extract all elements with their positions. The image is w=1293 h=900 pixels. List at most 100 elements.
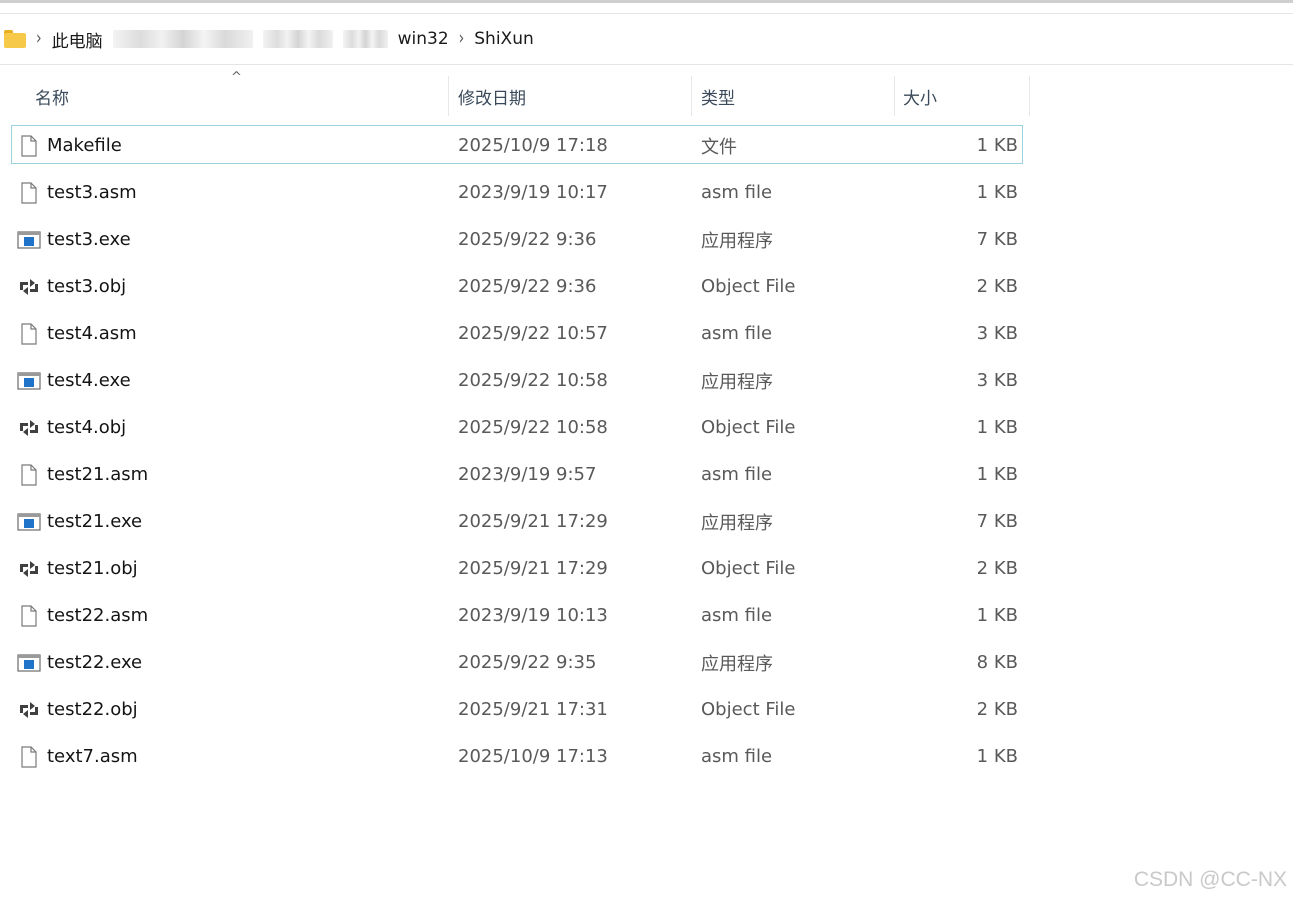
column-header-type[interactable]: 类型 bbox=[701, 76, 735, 116]
redacted-path-segment bbox=[342, 30, 388, 48]
file-date: 2025/9/22 10:58 bbox=[458, 417, 608, 438]
file-type: 应用程序 bbox=[701, 371, 773, 393]
file-name: Makefile bbox=[47, 135, 122, 156]
file-icon bbox=[17, 181, 41, 205]
folder-icon bbox=[4, 30, 26, 48]
exe-icon bbox=[17, 369, 41, 393]
obj-icon bbox=[17, 557, 41, 581]
file-size: 1 KB bbox=[976, 182, 1018, 203]
file-name: test3.exe bbox=[47, 229, 131, 250]
file-size: 2 KB bbox=[976, 699, 1018, 720]
file-size: 2 KB bbox=[976, 558, 1018, 579]
file-size: 1 KB bbox=[976, 135, 1018, 156]
obj-icon bbox=[17, 698, 41, 722]
file-size: 2 KB bbox=[976, 276, 1018, 297]
file-name: test4.exe bbox=[47, 370, 131, 391]
file-date: 2025/9/21 17:29 bbox=[458, 558, 608, 579]
file-type: asm file bbox=[701, 323, 773, 344]
file-type: asm file bbox=[701, 182, 773, 203]
file-date: 2023/9/19 10:17 bbox=[458, 182, 608, 203]
file-row-test4.asm[interactable]: test4.asm 2025/9/22 10:57 asm file 3 KB bbox=[0, 311, 1030, 358]
file-date: 2023/9/19 10:13 bbox=[458, 605, 608, 626]
file-size: 7 KB bbox=[976, 229, 1018, 250]
file-type: asm file bbox=[701, 464, 773, 485]
exe-icon bbox=[17, 651, 41, 675]
file-row-test3.exe[interactable]: test3.exe 2025/9/22 9:36 应用程序 7 KB bbox=[0, 217, 1030, 264]
file-name: test3.asm bbox=[47, 182, 137, 203]
address-bar[interactable]: › 此电脑 win32 › ShiXun bbox=[0, 14, 1293, 65]
breadcrumb-item-this-pc[interactable]: 此电脑 bbox=[52, 27, 103, 52]
file-size: 1 KB bbox=[976, 464, 1018, 485]
file-row-test3.asm[interactable]: test3.asm 2023/9/19 10:17 asm file 1 KB bbox=[0, 170, 1030, 217]
breadcrumb: › 此电脑 win32 › ShiXun bbox=[4, 26, 544, 52]
file-name: test3.obj bbox=[47, 276, 127, 297]
file-size: 1 KB bbox=[976, 417, 1018, 438]
column-header-size[interactable]: 大小 bbox=[903, 76, 937, 116]
column-header: 名称 ^ 修改日期 类型 大小 bbox=[0, 70, 1030, 116]
file-row-test22.obj[interactable]: test22.obj 2025/9/21 17:31 Object File 2… bbox=[0, 687, 1030, 734]
column-divider[interactable] bbox=[691, 76, 692, 116]
file-icon bbox=[17, 322, 41, 346]
chevron-right-icon[interactable]: › bbox=[36, 29, 42, 50]
file-type: 应用程序 bbox=[701, 230, 773, 252]
file-name: test21.exe bbox=[47, 511, 143, 532]
file-date: 2025/9/21 17:29 bbox=[458, 511, 608, 532]
file-date: 2025/10/9 17:18 bbox=[458, 135, 608, 156]
file-name: test22.obj bbox=[47, 699, 138, 720]
column-divider[interactable] bbox=[448, 76, 449, 116]
file-row-test21.exe[interactable]: test21.exe 2025/9/21 17:29 应用程序 7 KB bbox=[0, 499, 1030, 546]
file-name: test4.obj bbox=[47, 417, 127, 438]
file-size: 8 KB bbox=[976, 652, 1018, 673]
file-date: 2023/9/19 9:57 bbox=[458, 464, 597, 485]
obj-icon bbox=[17, 416, 41, 440]
file-icon bbox=[17, 604, 41, 628]
file-size: 1 KB bbox=[976, 605, 1018, 626]
chevron-right-icon[interactable]: › bbox=[459, 29, 465, 50]
window-top-border bbox=[0, 0, 1293, 3]
exe-icon bbox=[17, 228, 41, 252]
file-name: test4.asm bbox=[47, 323, 137, 344]
redacted-path-segment bbox=[262, 30, 333, 48]
file-type: Object File bbox=[701, 417, 796, 438]
file-row-test4.exe[interactable]: test4.exe 2025/9/22 10:58 应用程序 3 KB bbox=[0, 358, 1030, 405]
obj-icon bbox=[17, 275, 41, 299]
file-row-Makefile[interactable]: Makefile 2025/10/9 17:18 文件 1 KB bbox=[0, 123, 1030, 170]
file-date: 2025/9/22 10:57 bbox=[458, 323, 608, 344]
file-row-test22.exe[interactable]: test22.exe 2025/9/22 9:35 应用程序 8 KB bbox=[0, 640, 1030, 687]
redacted-path-segment bbox=[112, 30, 253, 48]
file-type: Object File bbox=[701, 276, 796, 297]
file-date: 2025/9/22 9:36 bbox=[458, 229, 597, 250]
file-row-test3.obj[interactable]: test3.obj 2025/9/22 9:36 Object File 2 K… bbox=[0, 264, 1030, 311]
column-header-date[interactable]: 修改日期 bbox=[458, 76, 526, 116]
column-divider[interactable] bbox=[894, 76, 895, 116]
file-type: Object File bbox=[701, 699, 796, 720]
breadcrumb-item-shixun[interactable]: ShiXun bbox=[474, 29, 533, 49]
file-row-text7.asm[interactable]: text7.asm 2025/10/9 17:13 asm file 1 KB bbox=[0, 734, 1030, 781]
file-icon bbox=[17, 134, 41, 158]
file-size: 3 KB bbox=[976, 370, 1018, 391]
file-date: 2025/9/21 17:31 bbox=[458, 699, 608, 720]
file-type: 应用程序 bbox=[701, 512, 773, 534]
file-date: 2025/9/22 10:58 bbox=[458, 370, 608, 391]
file-name: test21.asm bbox=[47, 464, 149, 485]
file-type: Object File bbox=[701, 558, 796, 579]
column-divider[interactable] bbox=[1029, 76, 1030, 116]
file-row-test21.obj[interactable]: test21.obj 2025/9/21 17:29 Object File 2… bbox=[0, 546, 1030, 593]
file-size: 7 KB bbox=[976, 511, 1018, 532]
file-type: asm file bbox=[701, 605, 773, 626]
file-row-test21.asm[interactable]: test21.asm 2023/9/19 9:57 asm file 1 KB bbox=[0, 452, 1030, 499]
column-header-name[interactable]: 名称 bbox=[35, 76, 69, 116]
file-type: asm file bbox=[701, 746, 773, 767]
file-row-test4.obj[interactable]: test4.obj 2025/9/22 10:58 Object File 1 … bbox=[0, 405, 1030, 452]
file-name: test22.asm bbox=[47, 605, 149, 626]
sort-ascending-icon: ^ bbox=[231, 70, 242, 85]
file-name: test21.obj bbox=[47, 558, 138, 579]
breadcrumb-item-win32[interactable]: win32 bbox=[398, 29, 449, 49]
file-row-test22.asm[interactable]: test22.asm 2023/9/19 10:13 asm file 1 KB bbox=[0, 593, 1030, 640]
file-name: test22.exe bbox=[47, 652, 143, 673]
file-icon bbox=[17, 745, 41, 769]
watermark: CSDN @CC-NX bbox=[1133, 868, 1287, 891]
file-type: 文件 bbox=[701, 136, 737, 158]
file-size: 3 KB bbox=[976, 323, 1018, 344]
exe-icon bbox=[17, 510, 41, 534]
